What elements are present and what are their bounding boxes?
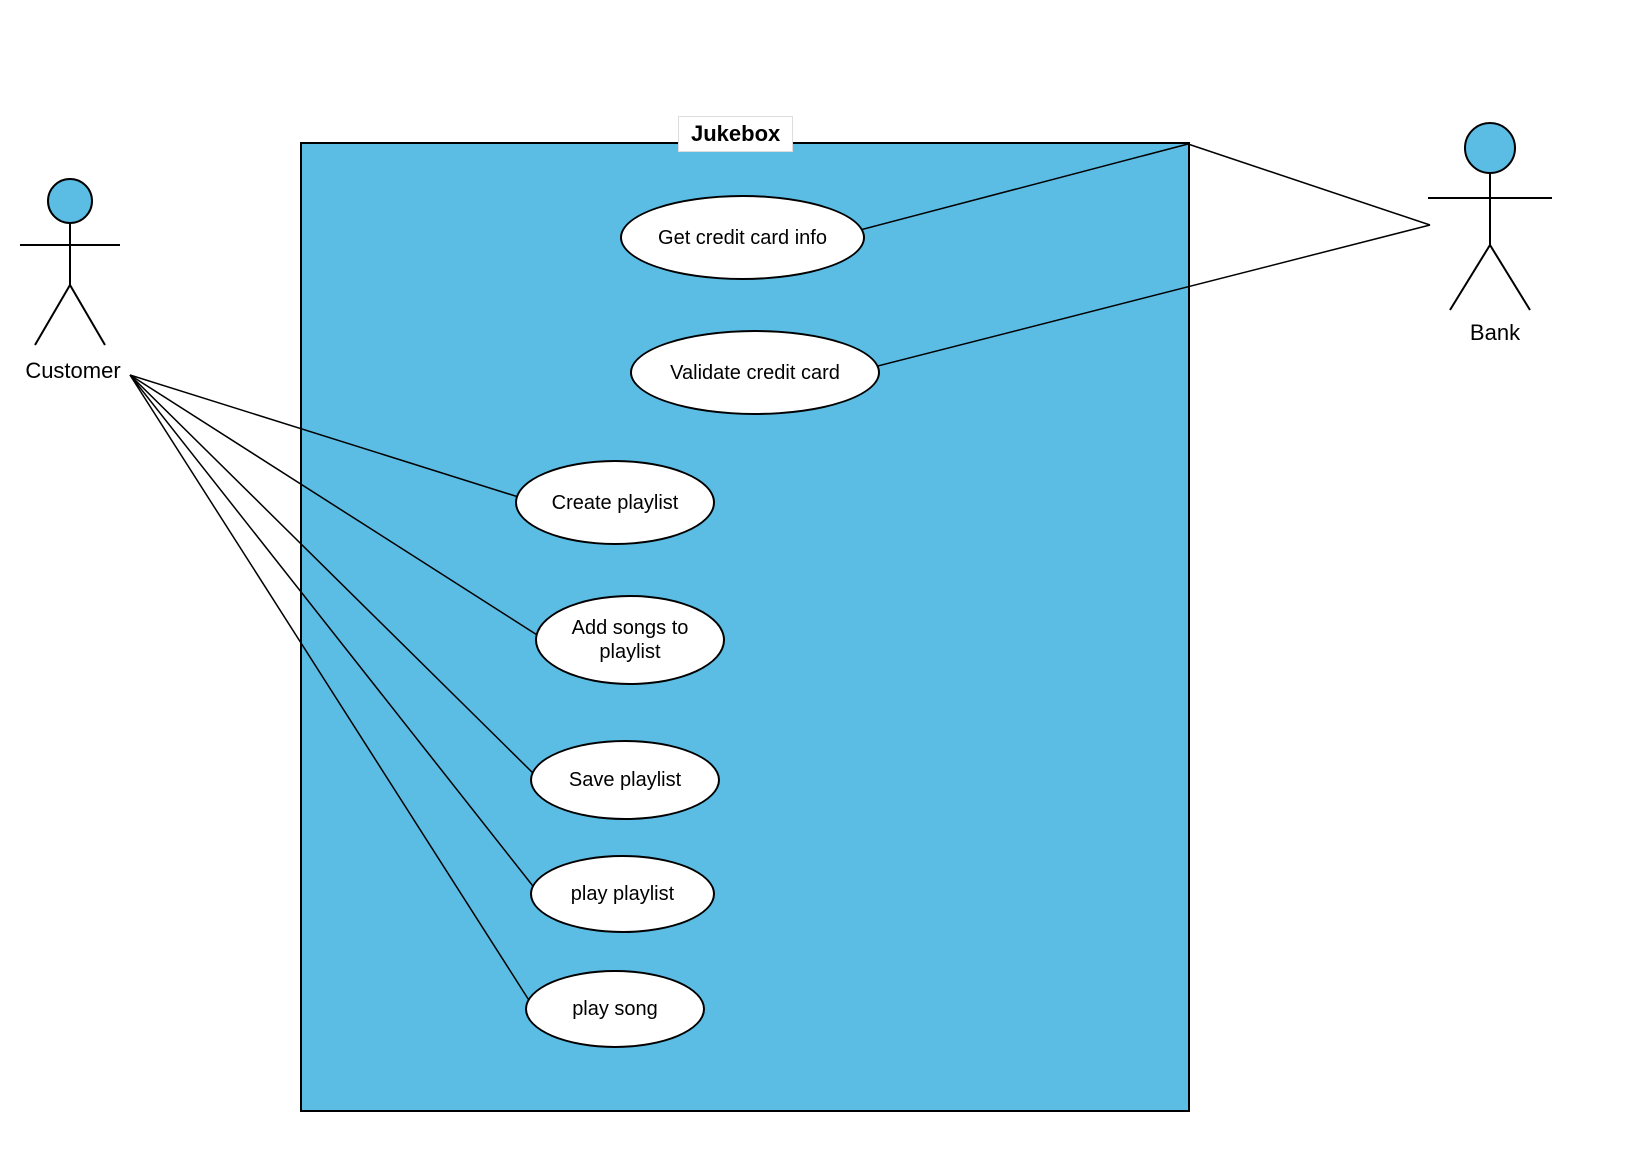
actor-bank-icon — [1420, 120, 1560, 320]
system-title: Jukebox — [678, 116, 793, 152]
system-boundary — [300, 142, 1190, 1112]
usecase-create-playlist: Create playlist — [515, 460, 715, 545]
actor-customer-icon — [10, 175, 130, 355]
usecase-save-playlist: Save playlist — [530, 740, 720, 820]
diagram-canvas: Jukebox Customer Bank Get credit card in… — [0, 0, 1626, 1170]
usecase-get-cc-info: Get credit card info — [620, 195, 865, 280]
assoc-bank-get-cc-top — [1188, 144, 1430, 225]
actor-customer-label: Customer — [18, 358, 128, 384]
usecase-play-playlist: play playlist — [530, 855, 715, 933]
usecase-play-song: play song — [525, 970, 705, 1048]
usecase-add-songs: Add songs to playlist — [535, 595, 725, 685]
actor-bank-label: Bank — [1455, 320, 1535, 346]
usecase-validate-cc: Validate credit card — [630, 330, 880, 415]
